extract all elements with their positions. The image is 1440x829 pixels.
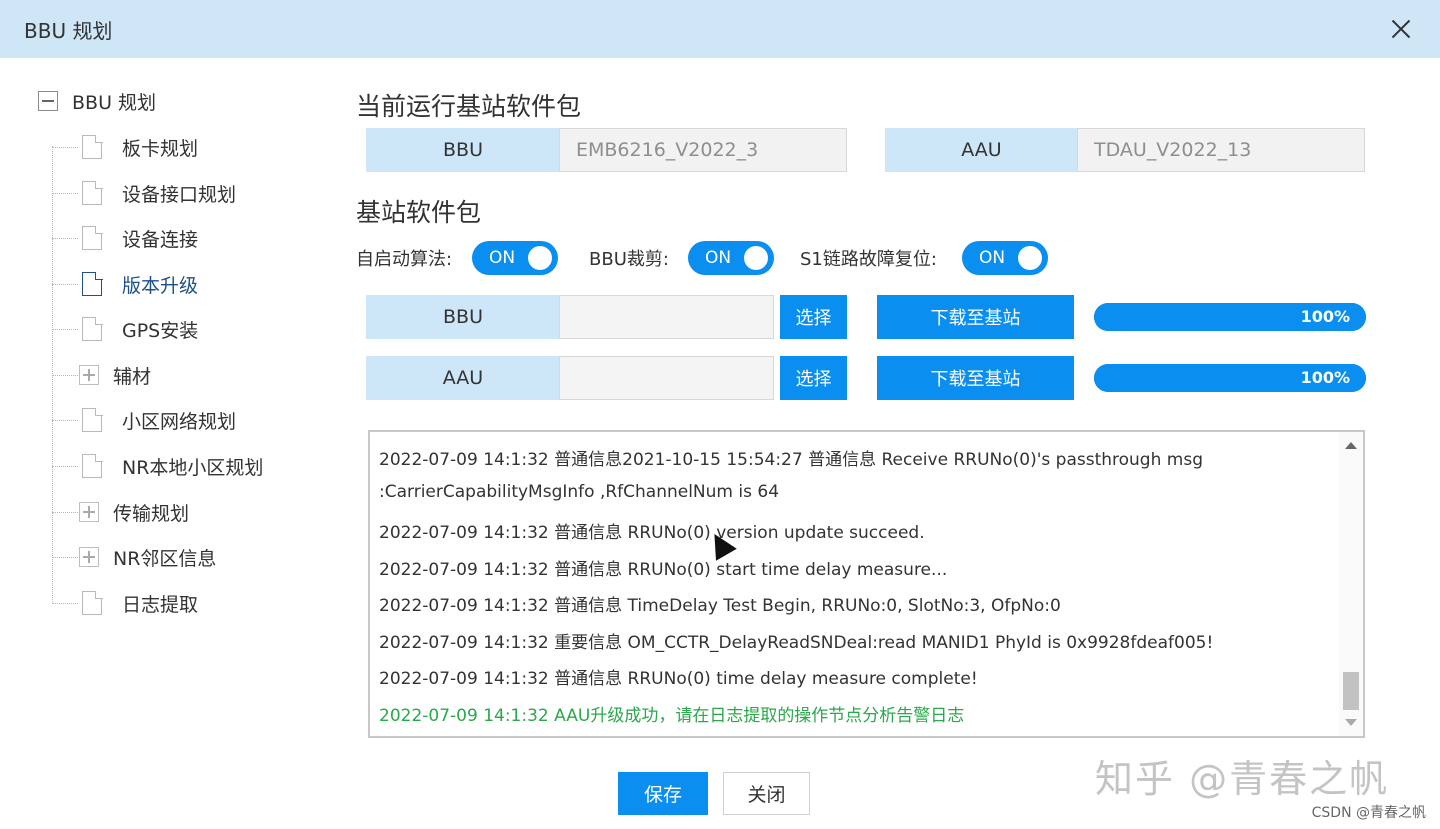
bbu-trim-label: BBU裁剪: bbox=[589, 249, 669, 270]
page-icon bbox=[82, 407, 103, 432]
log-line: 2022-07-09 14:1:32 普通信息2021-10-15 15:54:… bbox=[379, 450, 1203, 470]
bbu-package-label: BBU bbox=[366, 295, 560, 339]
scroll-up-icon[interactable] bbox=[1345, 442, 1357, 449]
log-scrollbar[interactable] bbox=[1339, 432, 1363, 736]
aau-download-button[interactable]: 下载至基站 bbox=[877, 356, 1074, 400]
tree-item-log-extract[interactable]: 日志提取 bbox=[52, 588, 198, 618]
log-line-success: 2022-07-09 14:1:32 AAU升级成功，请在日志提取的操作节点分析… bbox=[379, 706, 965, 726]
log-line: 2022-07-09 14:1:32 普通信息 RRUNo(0) time de… bbox=[379, 669, 978, 689]
s1-reset-label: S1链路故障复位: bbox=[800, 249, 937, 270]
scroll-thumb[interactable] bbox=[1343, 672, 1359, 710]
current-aau-field: TDAU_V2022_13 bbox=[1077, 128, 1365, 172]
log-line: 2022-07-09 14:1:32 重要信息 OM_CCTR_DelayRea… bbox=[379, 633, 1214, 653]
tree-item-label: 板卡规划 bbox=[122, 137, 199, 160]
tree-item-board-planning[interactable]: 板卡规划 bbox=[52, 132, 198, 162]
expand-icon[interactable] bbox=[79, 365, 99, 385]
s1-reset-toggle[interactable]: ON bbox=[962, 241, 1048, 275]
bbu-download-button[interactable]: 下载至基站 bbox=[877, 295, 1074, 339]
scroll-down-icon[interactable] bbox=[1345, 719, 1357, 726]
nav-tree: BBU 规划 板卡规划 设备接口规划 设备连接 版本升级 GPS安装 辅材 小区… bbox=[30, 80, 330, 640]
page-icon bbox=[82, 590, 103, 615]
page-icon bbox=[82, 271, 103, 296]
title-bar: BBU 规划 bbox=[0, 0, 1440, 58]
auto-start-toggle[interactable]: ON bbox=[472, 241, 558, 275]
tree-item-device-interface[interactable]: 设备接口规划 bbox=[52, 178, 236, 208]
bbu-progress-bar: 100% bbox=[1094, 303, 1366, 331]
tree-item-label: 日志提取 bbox=[122, 593, 199, 616]
tree-item-gps-install[interactable]: GPS安装 bbox=[52, 314, 198, 344]
window-title: BBU 规划 bbox=[24, 19, 113, 43]
tree-item-label: 设备接口规划 bbox=[122, 183, 237, 206]
collapse-icon[interactable] bbox=[38, 91, 58, 111]
tree-item-version-upgrade[interactable]: 版本升级 bbox=[52, 269, 198, 299]
log-line: 2022-07-09 14:1:32 普通信息 RRUNo(0) version… bbox=[379, 523, 925, 543]
bbu-package-field[interactable] bbox=[559, 295, 774, 339]
log-panel[interactable]: 2022-07-09 14:1:32 普通信息2021-10-15 15:54:… bbox=[368, 430, 1365, 738]
log-line: 2022-07-09 14:1:32 普通信息 TimeDelay Test B… bbox=[379, 596, 1061, 616]
tree-item-label: 设备连接 bbox=[122, 228, 199, 251]
tree-item-label: NR邻区信息 bbox=[113, 547, 217, 570]
page-icon bbox=[82, 453, 103, 478]
page-icon bbox=[82, 316, 103, 341]
aau-select-button[interactable]: 选择 bbox=[780, 356, 847, 400]
log-line: 2022-07-09 14:1:32 普通信息 RRUNo(0) start t… bbox=[379, 560, 948, 580]
aau-progress-bar: 100% bbox=[1094, 364, 1366, 392]
bbu-trim-toggle[interactable]: ON bbox=[688, 241, 774, 275]
close-icon[interactable] bbox=[1386, 14, 1416, 44]
tree-item-label: 传输规划 bbox=[113, 502, 190, 525]
current-package-title: 当前运行基站软件包 bbox=[356, 92, 582, 121]
aau-progress-text: 100% bbox=[1300, 368, 1350, 387]
tree-item-materials[interactable]: 辅材 bbox=[52, 360, 151, 390]
bbu-progress-text: 100% bbox=[1300, 307, 1350, 326]
auto-start-label: 自启动算法: bbox=[356, 249, 453, 270]
current-bbu-label: BBU bbox=[366, 128, 560, 172]
save-button[interactable]: 保存 bbox=[618, 772, 708, 815]
aau-package-label: AAU bbox=[366, 356, 560, 400]
tree-root[interactable]: BBU 规划 bbox=[38, 86, 156, 116]
close-button[interactable]: 关闭 bbox=[723, 772, 810, 815]
expand-icon[interactable] bbox=[79, 502, 99, 522]
tree-item-label: 版本升级 bbox=[122, 274, 199, 297]
tree-item-label: 小区网络规划 bbox=[122, 410, 237, 433]
tree-item-label: 辅材 bbox=[113, 365, 152, 388]
credit-text: CSDN @青春之帆 bbox=[1311, 805, 1426, 821]
page-icon bbox=[82, 134, 103, 159]
bbu-select-button[interactable]: 选择 bbox=[780, 295, 847, 339]
expand-icon[interactable] bbox=[79, 547, 99, 567]
current-bbu-field: EMB6216_V2022_3 bbox=[559, 128, 847, 172]
log-line: :CarrierCapabilityMsgInfo ,RfChannelNum … bbox=[379, 482, 780, 502]
current-aau-label: AAU bbox=[885, 128, 1078, 172]
tree-item-nr-neighbor[interactable]: NR邻区信息 bbox=[52, 542, 216, 572]
tree-item-label: GPS安装 bbox=[122, 319, 199, 342]
watermark: 知乎 @青春之帆 bbox=[1095, 757, 1390, 801]
tree-item-transport[interactable]: 传输规划 bbox=[52, 497, 189, 527]
tree-item-label: NR本地小区规划 bbox=[122, 456, 264, 479]
page-icon bbox=[82, 225, 103, 250]
tree-root-label: BBU 规划 bbox=[72, 91, 157, 114]
tree-item-device-connection[interactable]: 设备连接 bbox=[52, 223, 198, 253]
tree-item-cell-network[interactable]: 小区网络规划 bbox=[52, 405, 236, 435]
page-icon bbox=[82, 180, 103, 205]
tree-item-nr-local-cell[interactable]: NR本地小区规划 bbox=[52, 451, 263, 481]
aau-package-field[interactable] bbox=[559, 356, 774, 400]
package-title: 基站软件包 bbox=[356, 198, 482, 227]
